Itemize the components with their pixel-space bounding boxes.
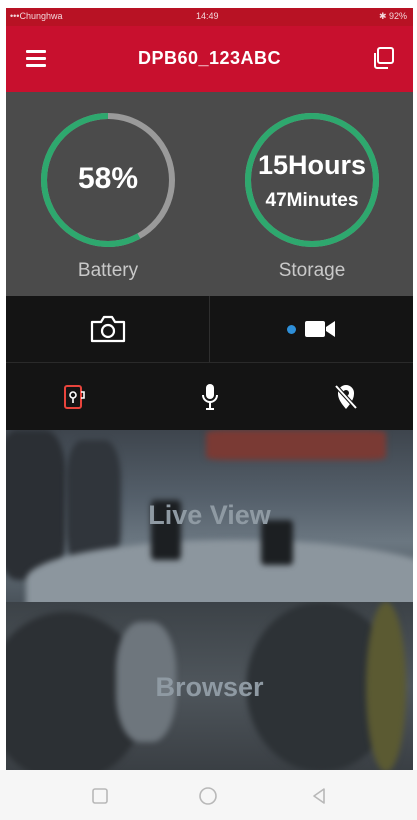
battery-status: ✱ 92% xyxy=(378,11,407,21)
bg-vehicle xyxy=(206,430,386,460)
system-nav-bar xyxy=(0,770,417,820)
back-triangle-icon[interactable] xyxy=(308,785,330,807)
microphone-button[interactable] xyxy=(142,363,277,431)
storage-gauge: 15Hours 47Minutes xyxy=(242,110,382,250)
windows-icon[interactable] xyxy=(371,46,395,70)
status-dashboard: 58% Battery 15Hours 47Minutes Storage xyxy=(6,92,413,296)
capture-mode-bar xyxy=(6,296,413,362)
photo-mode-button[interactable] xyxy=(6,296,209,362)
camera-icon xyxy=(90,315,125,343)
video-mode-button[interactable] xyxy=(210,296,413,362)
tool-bar xyxy=(6,362,413,431)
app-screen: •••Chunghwa 14:49 ✱ 92% DPB60_123ABC 58%… xyxy=(0,0,417,820)
battery-label: Battery xyxy=(77,260,139,281)
live-view-label: Live View xyxy=(148,500,271,530)
location-off-button[interactable] xyxy=(278,363,413,431)
storage-hours: 15Hours xyxy=(257,150,367,180)
carrier-name: •••Chunghwa xyxy=(10,11,63,21)
status-bar: •••Chunghwa 14:49 ✱ 92% xyxy=(6,8,413,26)
microphone-icon xyxy=(201,384,218,410)
battery-gauge: 58% xyxy=(38,110,178,250)
badge-icon xyxy=(63,385,85,409)
live-view-tile[interactable]: Live View xyxy=(6,430,413,602)
status-time: 14:49 xyxy=(196,11,219,21)
active-indicator xyxy=(287,324,296,334)
storage-minutes: 47Minutes xyxy=(265,190,359,211)
battery-percentage: 58% xyxy=(77,162,139,195)
badge-button[interactable] xyxy=(6,363,141,431)
browser-label: Browser xyxy=(155,672,264,702)
device-title: DPB60_123ABC xyxy=(137,48,282,68)
square-icon[interactable] xyxy=(89,785,111,807)
storage-label: Storage xyxy=(278,260,346,281)
video-camera-icon xyxy=(305,321,335,337)
app-header: DPB60_123ABC xyxy=(6,26,413,92)
browser-tile[interactable]: Browser xyxy=(6,602,413,770)
location-off-icon xyxy=(334,384,357,410)
circle-icon[interactable] xyxy=(197,785,219,807)
